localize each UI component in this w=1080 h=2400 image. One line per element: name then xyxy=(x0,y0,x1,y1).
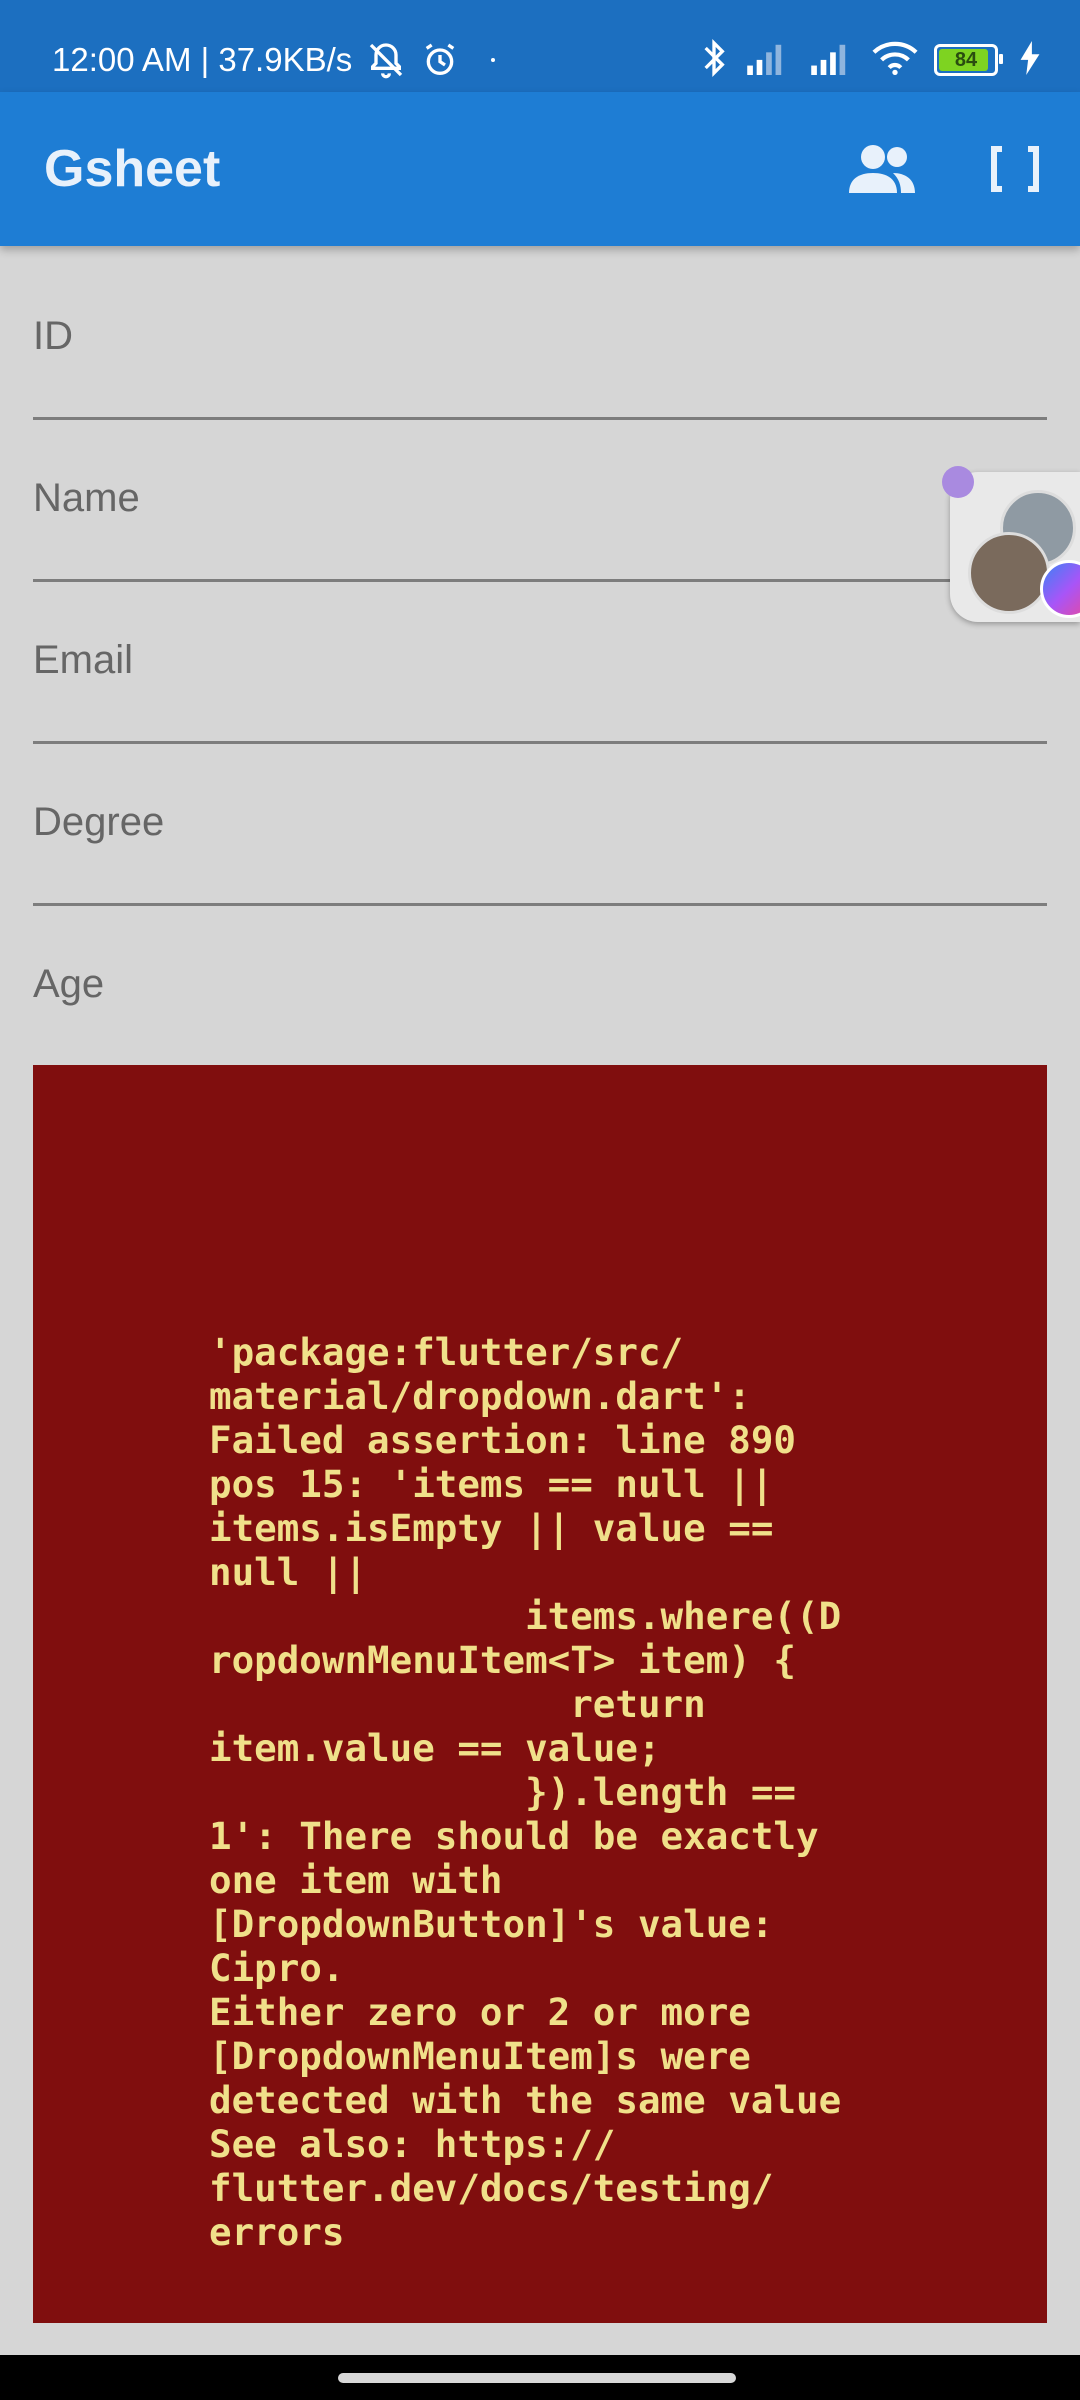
people-icon[interactable] xyxy=(842,129,922,209)
dot-icon xyxy=(490,57,496,63)
charging-icon xyxy=(1020,40,1040,80)
battery-level: 84 xyxy=(954,48,978,71)
brackets-icon[interactable] xyxy=(975,129,1055,209)
page-title: Gsheet xyxy=(44,140,221,198)
wifi-icon xyxy=(872,40,918,81)
bluetooth-icon xyxy=(700,38,728,83)
battery-icon: 84 xyxy=(934,44,1003,76)
alarm-icon xyxy=(420,40,460,80)
name-field[interactable]: Name xyxy=(33,417,1047,582)
mute-bell-icon xyxy=(366,40,406,80)
email-label: Email xyxy=(33,638,134,682)
age-field[interactable]: Age xyxy=(33,903,1047,1065)
avatar xyxy=(968,532,1050,614)
email-field[interactable]: Email xyxy=(33,579,1047,744)
degree-label: Degree xyxy=(33,800,165,844)
status-time: 12:00 AM | 37.9KB/s xyxy=(52,41,353,78)
app-bar: Gsheet xyxy=(0,92,1080,246)
signal-icon xyxy=(808,41,856,80)
name-label: Name xyxy=(33,476,140,520)
id-field[interactable]: ID xyxy=(33,255,1047,420)
signal-icon xyxy=(744,41,792,80)
id-label: ID xyxy=(33,314,73,358)
home-gesture-handle[interactable] xyxy=(338,2373,736,2383)
status-bar: 12:00 AM | 37.9KB/s 84 xyxy=(0,0,1080,92)
system-nav-bar xyxy=(0,2355,1080,2400)
notification-dot xyxy=(942,466,974,498)
error-widget: 'package:flutter/src/ material/dropdown.… xyxy=(33,1065,1047,2323)
error-message: 'package:flutter/src/ material/dropdown.… xyxy=(209,1330,842,2254)
degree-field[interactable]: Degree xyxy=(33,741,1047,906)
chat-heads-bubble[interactable] xyxy=(942,466,1080,622)
age-label: Age xyxy=(33,962,105,1006)
